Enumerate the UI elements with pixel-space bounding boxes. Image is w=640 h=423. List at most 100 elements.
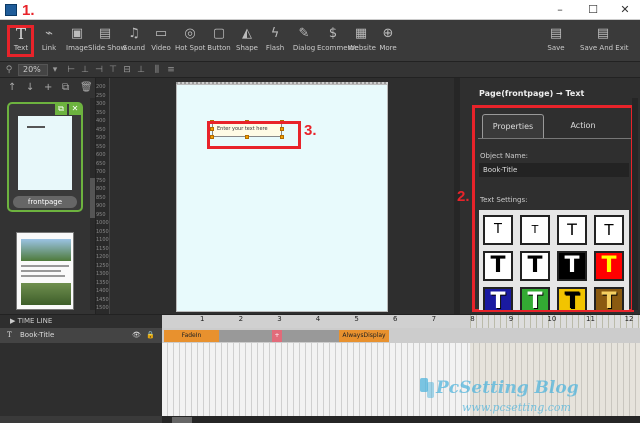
vertical-ruler: 200 250 300 350 400 450 500 550 600 650 700 750 800 8… <box>96 78 110 314</box>
page-thumbnail-2[interactable] <box>16 232 74 310</box>
tool-more-button[interactable]: ⊕ More <box>378 24 398 58</box>
tab-action[interactable]: Action <box>548 114 618 138</box>
ruler-label: 1250 <box>96 262 109 269</box>
properties-scrollbar[interactable] <box>632 98 638 310</box>
ruler-label: 1100 <box>96 237 109 243</box>
align-middle-icon[interactable]: ⊟ <box>122 64 132 76</box>
play-icon[interactable]: ▶ <box>10 317 18 325</box>
tool-label: Save And Exit <box>580 44 629 52</box>
object-name-field[interactable]: Book-Title <box>479 163 629 177</box>
timeline-tick: 7 <box>431 315 437 323</box>
flash-icon: ϟ <box>270 26 280 41</box>
lock-icon[interactable]: 🔒 <box>146 328 155 343</box>
tool-slideshow-button[interactable]: ▤ Slide Show <box>88 24 127 58</box>
align-center-icon[interactable]: ⊥ <box>80 64 90 76</box>
text-style-option[interactable]: T <box>483 251 513 281</box>
tool-website-button[interactable]: ▦ Website <box>348 24 376 58</box>
text-style-option[interactable]: T <box>483 215 513 245</box>
move-up-icon[interactable]: ↑ <box>8 82 16 93</box>
ruler-label: 300 <box>96 101 106 107</box>
text-layer-icon: T <box>7 331 12 339</box>
text-style-option[interactable]: T <box>520 251 550 281</box>
tool-label: Dialog <box>292 44 316 52</box>
canvas-area: Enter your text here 3. <box>110 78 460 314</box>
main-toolbar: T Text ⌁ Link ▣ Image ▤ Slide Show ♫ Sou… <box>0 20 640 62</box>
text-style-glyph: T <box>601 253 617 278</box>
ruler-label: 1000 <box>96 220 109 226</box>
text-style-option[interactable]: T <box>557 215 587 245</box>
page-photo <box>21 283 71 305</box>
ruler-label: 200 <box>96 84 106 90</box>
tool-image-button[interactable]: ▣ Image <box>66 24 88 58</box>
minimize-button[interactable]: – <box>545 2 575 18</box>
maximize-button[interactable]: ☐ <box>578 2 608 18</box>
text-style-option[interactable]: T <box>520 215 550 245</box>
text-style-glyph: T <box>490 253 506 278</box>
add-keyframe-button[interactable]: + <box>272 330 282 342</box>
tool-dialog-button[interactable]: ✎ Dialog <box>292 24 316 58</box>
align-bottom-icon[interactable]: ⊥ <box>136 64 146 76</box>
text-style-option[interactable]: T <box>594 287 624 310</box>
pages-scrollbar[interactable] <box>90 98 95 310</box>
app-logo-icon <box>5 4 17 16</box>
align-top-icon[interactable]: ⊤ <box>108 64 118 76</box>
tool-shape-button[interactable]: ◭ Shape <box>236 24 258 58</box>
delete-page-icon[interactable]: ✕ <box>69 103 81 115</box>
copy-page-icon[interactable]: ⧉ <box>62 82 69 93</box>
properties-tabs: Properties Action <box>482 114 630 138</box>
properties-panel: Page(frontpage) → Text 2. Properties Act… <box>457 78 640 314</box>
tool-hotspot-button[interactable]: ◎ Hot Spot <box>175 24 205 58</box>
trash-icon[interactable]: 🗑 <box>80 82 93 93</box>
link-icon: ⌁ <box>45 26 53 41</box>
close-button[interactable]: ✕ <box>610 2 640 18</box>
shape-icon: ◭ <box>242 26 252 41</box>
tool-video-button[interactable]: ▭ Video <box>151 24 171 58</box>
text-style-option[interactable]: T <box>483 287 513 310</box>
page-thumbnail-frontpage[interactable]: ⧉ ✕ frontpage <box>7 102 83 212</box>
tool-sound-button[interactable]: ♫ Sound <box>123 24 145 58</box>
duplicate-page-icon[interactable]: ⧉ <box>55 103 67 115</box>
ruler-label: 700 <box>96 169 106 175</box>
tool-link-button[interactable]: ⌁ Link <box>40 24 58 58</box>
zoom-dropdown-icon[interactable]: ▾ <box>50 64 60 76</box>
timeline-tick: 11 <box>586 315 595 323</box>
ruler-label: 250 <box>96 92 106 99</box>
save-button[interactable]: ▤ Save <box>544 24 568 58</box>
timeline-row-label[interactable]: T Book-Title 👁 🔒 <box>0 328 162 343</box>
text-style-option[interactable]: T <box>557 287 587 310</box>
timeline-track[interactable]: FadeIn + AlwaysDisplay <box>162 328 640 343</box>
tool-label: More <box>379 44 397 52</box>
pages-panel: ↑ ↓ + ⧉ 🗑 ⧉ ✕ frontpage <box>0 78 96 314</box>
text-style-glyph: T <box>527 289 543 310</box>
timeline-tick: 3 <box>277 315 282 323</box>
text-style-glyph: T <box>494 222 502 237</box>
ruler-label: 550 <box>96 143 106 150</box>
tool-button-button[interactable]: ▢ Button <box>207 24 231 58</box>
text-style-option[interactable]: T <box>520 287 550 310</box>
annotation-2: 2. <box>457 188 470 205</box>
text-style-option[interactable]: T <box>594 215 624 245</box>
always-display-segment[interactable]: AlwaysDisplay <box>339 330 389 342</box>
ruler-label: 650 <box>96 160 106 167</box>
timeline-scrollbar[interactable] <box>162 416 640 423</box>
watermark-title: PcSetting Blog <box>436 378 579 398</box>
distribute-h-icon[interactable]: ⫼ <box>152 64 162 76</box>
tab-properties[interactable]: Properties <box>482 114 544 138</box>
tool-label: Button <box>207 44 231 52</box>
visibility-icon[interactable]: 👁 <box>132 328 141 343</box>
pages-toolbar: ↑ ↓ + ⧉ 🗑 <box>0 82 96 96</box>
zoom-field[interactable]: 20% <box>18 64 48 76</box>
save-and-exit-button[interactable]: ▤ Save And Exit <box>580 24 629 58</box>
text-style-option[interactable]: T <box>557 251 587 281</box>
distribute-v-icon[interactable]: ≡ <box>166 64 176 76</box>
add-page-icon[interactable]: + <box>44 82 52 93</box>
tool-label: Slide Show <box>88 44 127 52</box>
fadein-segment[interactable]: FadeIn <box>164 330 219 342</box>
move-down-icon[interactable]: ↓ <box>26 82 34 93</box>
align-left-icon[interactable]: ⊢ <box>66 64 76 76</box>
text-style-option[interactable]: T <box>594 251 624 281</box>
tool-flash-button[interactable]: ϟ Flash <box>265 24 285 58</box>
align-right-icon[interactable]: ⊣ <box>94 64 104 76</box>
page-stage[interactable]: Enter your text here <box>176 84 388 312</box>
tool-ecommerce-button[interactable]: $ Ecommerce <box>317 24 358 58</box>
